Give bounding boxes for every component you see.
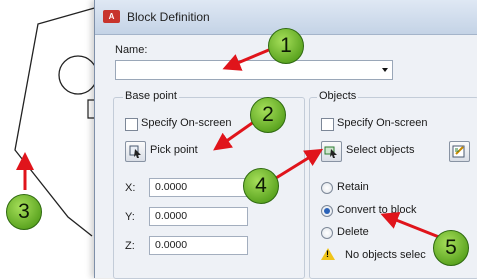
callout-3: 3: [6, 194, 42, 230]
callout-1: 1: [268, 28, 304, 64]
callout-4: 4: [243, 168, 279, 204]
arrow-4: [275, 148, 324, 180]
arrow-5: [380, 212, 445, 241]
annotation-arrows: [16, 45, 445, 241]
callout-2: 2: [250, 97, 286, 133]
callout-5: 5: [433, 230, 469, 266]
